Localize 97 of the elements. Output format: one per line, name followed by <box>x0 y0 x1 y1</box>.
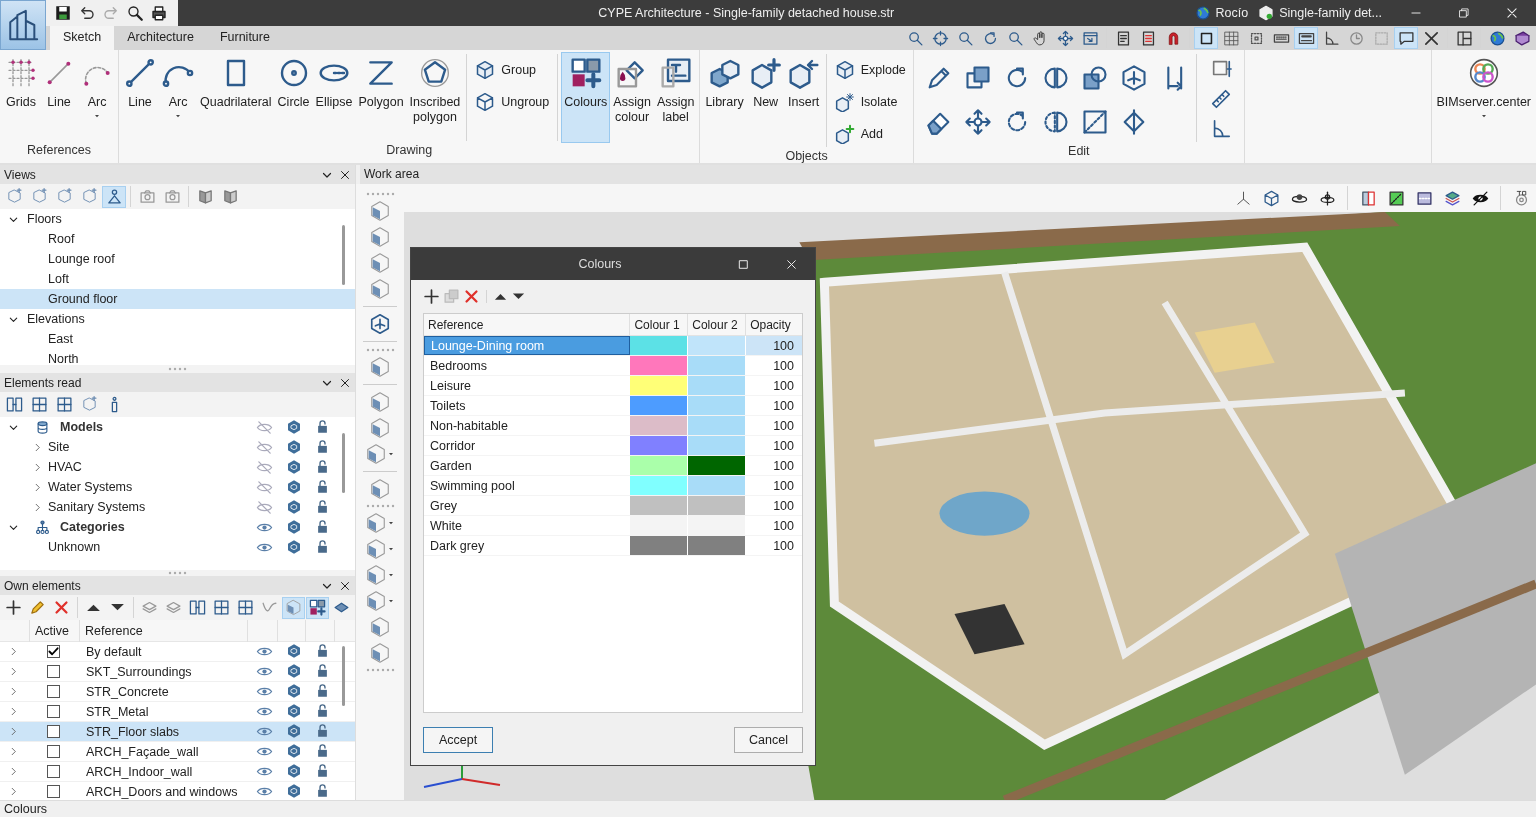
table-cell-text: 100 <box>772 518 795 535</box>
table-cell[interactable]: Dark grey <box>424 536 631 555</box>
ribbon-button[interactable]: Line <box>121 52 159 143</box>
column-header[interactable]: Active <box>30 619 80 642</box>
table-cell-text: By default <box>85 644 143 659</box>
ribbon-button[interactable]: Line <box>40 52 78 143</box>
ribbon-tab[interactable]: Sketch <box>50 26 115 50</box>
ribbon-button[interactable]: Circle <box>274 52 313 143</box>
tree-item[interactable]: Sanitary Systems <box>48 500 249 514</box>
group-label: Drawing <box>386 143 433 157</box>
table-cell-text: 100 <box>772 378 795 395</box>
table-cell[interactable]: Bedrooms <box>424 356 631 375</box>
ribbon-button[interactable]: Insert <box>784 52 823 149</box>
panel-title: Elements read <box>4 375 83 390</box>
ribbon-tab[interactable]: Architecture <box>114 26 207 50</box>
tree-item[interactable]: North <box>0 349 355 365</box>
ribbon-button[interactable]: BIMserver.center <box>1433 52 1534 143</box>
group-label: Edit <box>1068 144 1090 158</box>
table-cell[interactable]: Swimming pool <box>424 476 631 495</box>
tree-item[interactable]: Floors <box>0 209 355 229</box>
ribbon-button[interactable]: Colours <box>561 52 611 143</box>
column-header[interactable]: Colour 1 <box>630 314 689 335</box>
ribbon-button[interactable]: Group <box>470 54 555 85</box>
table-cell-text: 100 <box>772 398 795 415</box>
dialog-button[interactable]: Cancel <box>734 727 803 753</box>
ribbon-button[interactable]: Add <box>829 118 911 149</box>
table-cell-text: 100 <box>772 438 795 455</box>
ribbon-tab[interactable]: Furniture <box>206 26 283 50</box>
panel-title: Views <box>4 167 37 182</box>
user-name[interactable]: Rocío <box>1215 6 1249 20</box>
ribbon-button[interactable]: Ellipse <box>312 52 356 143</box>
dialog-button[interactable]: Accept <box>423 727 494 753</box>
tree-item[interactable]: Water Systems <box>48 480 249 494</box>
ribbon-button[interactable]: Explode <box>829 54 911 85</box>
tree-item[interactable]: Ground floor <box>0 289 355 309</box>
table-cell[interactable]: Corridor <box>424 436 631 455</box>
ribbon-button[interactable]: Assign colour <box>610 52 654 143</box>
table-cell-text: 100 <box>772 358 795 375</box>
table-row[interactable]: ARCH_Indoor_wall <box>0 762 355 782</box>
tree-item[interactable]: Unknown <box>48 540 249 554</box>
group-label: Objects <box>785 149 828 163</box>
tree-item[interactable]: Elevations <box>0 309 355 329</box>
dialog-title: Colours <box>577 257 623 271</box>
table-cell: 100 <box>746 336 802 355</box>
table-cell[interactable]: Non-habitable <box>424 416 631 435</box>
column-header[interactable]: Reference <box>424 314 631 335</box>
table-cell[interactable]: Toilets <box>424 396 631 415</box>
group-label: References <box>27 143 91 157</box>
table-cell-text: 100 <box>772 538 795 555</box>
ribbon-button[interactable]: Grids <box>2 52 40 143</box>
table-cell-text: ARCH_Doors and windows <box>85 784 239 799</box>
ribbon-button[interactable]: Assign label <box>653 52 698 143</box>
ribbon-button[interactable]: Quadrilateral <box>197 52 275 143</box>
tree-item[interactable]: Lounge roof <box>0 249 355 269</box>
ribbon-button[interactable]: New <box>746 52 785 149</box>
tree-item[interactable]: Site <box>48 440 249 454</box>
ribbon-button[interactable]: Arc <box>78 52 116 143</box>
tree-item[interactable]: East <box>0 329 355 349</box>
ribbon-button[interactable]: Arc <box>159 52 197 143</box>
tree-item[interactable]: Loft <box>0 269 355 289</box>
table-row[interactable]: By default <box>0 642 355 662</box>
table-cell-text: 100 <box>772 498 795 515</box>
ribbon-button[interactable]: Ungroup <box>470 86 555 117</box>
table-cell[interactable]: Grey <box>424 496 631 515</box>
tree-item[interactable]: Categories <box>54 520 249 534</box>
table-cell[interactable]: Garden <box>424 456 631 475</box>
project-name[interactable]: Single-family det... <box>1279 6 1382 20</box>
window-title: CYPE Architecture - Single-family detached house.str <box>597 6 896 20</box>
table-row[interactable]: ARCH_Façade_wall <box>0 742 355 762</box>
table-row[interactable]: STR_Concrete <box>0 682 355 702</box>
table-cell-text: SKT_Surroundings <box>85 664 193 679</box>
ribbon-button[interactable]: Library <box>702 52 747 149</box>
column-header[interactable]: Reference <box>80 619 248 642</box>
table-cell-text: STR_Concrete <box>85 684 170 699</box>
ribbon-button[interactable]: Isolate <box>829 86 911 117</box>
table-cell-text: STR_Floor slabs <box>85 724 181 739</box>
table-row[interactable]: STR_Metal <box>0 702 355 722</box>
table-row[interactable]: SKT_Surroundings <box>0 662 355 682</box>
tree-item[interactable]: Models <box>54 420 249 434</box>
table-cell-text: STR_Metal <box>85 704 150 719</box>
panel-title: Work area <box>364 167 420 181</box>
table-cell-text: ARCH_Indoor_wall <box>85 764 194 779</box>
tree-item[interactable]: Roof <box>0 229 355 249</box>
table-cell-text: ARCH_Façade_wall <box>85 744 200 759</box>
status-text: Colours <box>4 802 48 816</box>
table-row[interactable]: STR_Floor slabs <box>0 722 355 742</box>
table-cell-text: 100 <box>772 478 795 495</box>
table-cell[interactable]: White <box>424 516 631 535</box>
ribbon-button[interactable]: Polygon <box>355 52 407 143</box>
table-cell-text: 100 <box>772 458 795 475</box>
panel-title: Own elements <box>4 578 82 593</box>
column-header[interactable]: Colour 2 <box>688 314 747 335</box>
table-cell-text: 100 <box>772 418 795 435</box>
tree-item[interactable]: HVAC <box>48 460 249 474</box>
table-cell[interactable]: Leisure <box>424 376 631 395</box>
column-header[interactable]: Opacity <box>746 314 802 335</box>
ribbon-button[interactable]: Inscribed polygon <box>406 52 464 143</box>
